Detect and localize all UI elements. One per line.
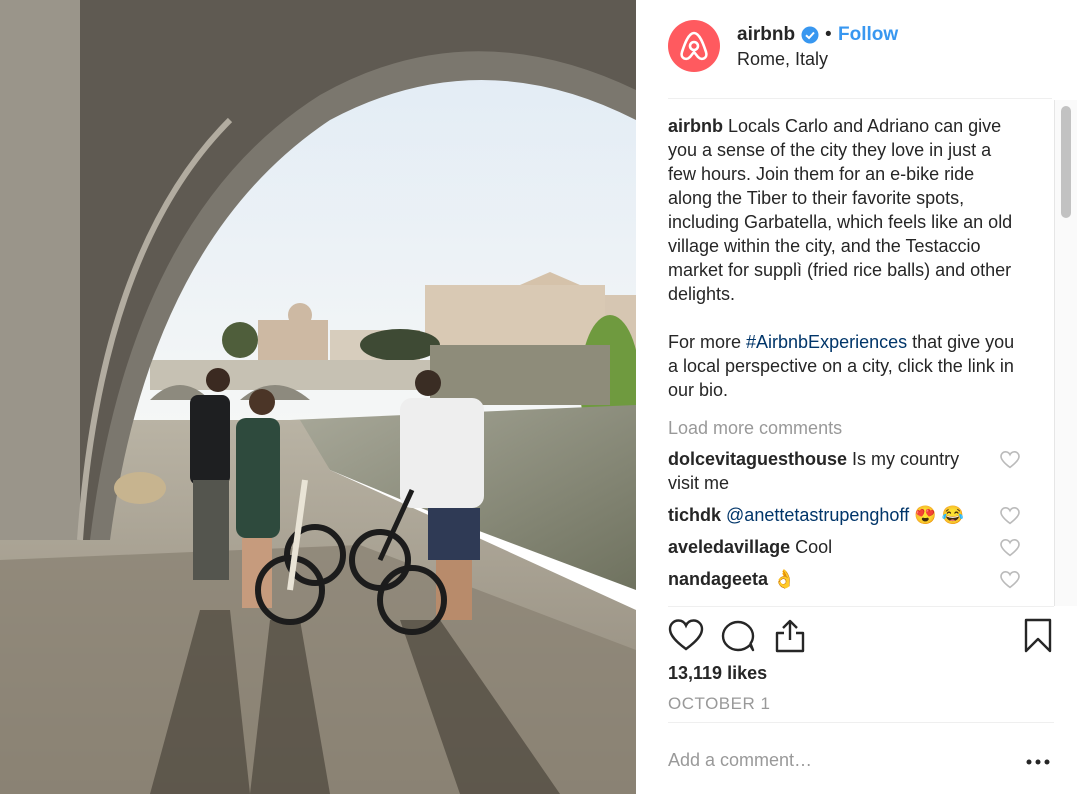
more-icon[interactable] [1026, 758, 1050, 766]
comment-username[interactable]: nandageeta [668, 569, 768, 589]
comment-heart-icon[interactable] [1000, 507, 1020, 525]
caption: airbnb Locals Carlo and Adriano can give… [668, 114, 1020, 306]
comment-item: tichdk @anettetastrupenghoff 😍 😂 [668, 503, 1020, 527]
location-link[interactable]: Rome, Italy [737, 49, 828, 70]
comment-item: aveledavillage Cool [668, 535, 1020, 559]
comment-username[interactable]: dolcevitaguesthouse [668, 449, 847, 469]
heart-icon[interactable] [668, 618, 704, 654]
caption-more-prefix: For more [668, 332, 747, 352]
comment-heart-icon[interactable] [1000, 571, 1020, 589]
comment-heart-icon[interactable] [1000, 451, 1020, 469]
avatar[interactable] [668, 20, 720, 72]
action-bar [668, 618, 1054, 658]
comment-item: nandageeta 👌 [668, 567, 1020, 591]
comment-icon[interactable] [720, 618, 756, 654]
share-icon[interactable] [772, 618, 808, 654]
separator-dot: • [825, 24, 832, 45]
load-more-comments[interactable]: Load more comments [668, 418, 1020, 439]
post-panel: airbnb • Follow Rome, Italy airbnb Local… [636, 0, 1082, 794]
comment-item: dolcevitaguesthouse Is my country visit … [668, 447, 1020, 495]
photo-illustration [0, 0, 636, 794]
comment-mention[interactable]: @anettetastrupenghoff [726, 505, 909, 525]
comments-list[interactable]: airbnb Locals Carlo and Adriano can give… [668, 114, 1020, 606]
comment-divider [668, 722, 1054, 723]
comment-heart-icon[interactable] [1000, 539, 1020, 557]
hashtag-link[interactable]: #AirbnbExperiences [746, 332, 907, 352]
comment-username[interactable]: tichdk [668, 505, 721, 525]
caption-more: For more #AirbnbExperiences that give yo… [668, 330, 1020, 402]
actions-divider [668, 606, 1054, 607]
add-comment-input[interactable] [668, 740, 1008, 780]
airbnb-logo-icon [680, 31, 708, 61]
scrollbar-thumb[interactable] [1061, 106, 1071, 218]
comment-text: 😍 😂 [909, 505, 964, 525]
follow-button[interactable]: Follow [838, 24, 898, 46]
header-divider [668, 98, 1052, 99]
verified-badge-icon [801, 26, 819, 44]
post-photo[interactable] [0, 0, 636, 794]
comment-username[interactable]: aveledavillage [668, 537, 790, 557]
post-header: airbnb • Follow Rome, Italy [636, 0, 1082, 96]
like-count[interactable]: 13,119 likes [668, 663, 767, 684]
caption-text: Locals Carlo and Adriano can give you a … [668, 116, 1013, 304]
caption-username[interactable]: airbnb [668, 116, 723, 136]
comments-scrollbar[interactable] [1054, 100, 1077, 606]
comment-text: Cool [790, 537, 833, 557]
post-date[interactable]: OCTOBER 1 [668, 694, 770, 714]
comment-text: 👌 [768, 569, 796, 589]
bookmark-icon[interactable] [1020, 618, 1056, 654]
username[interactable]: airbnb [737, 24, 795, 46]
